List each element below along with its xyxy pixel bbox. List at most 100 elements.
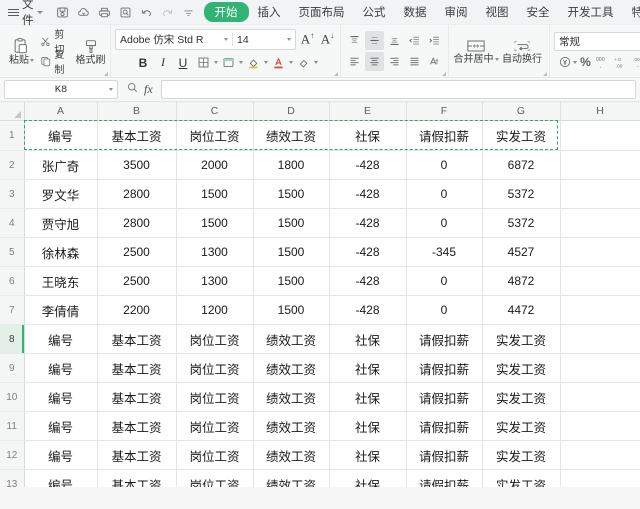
cell-style-dropdown-icon[interactable] xyxy=(238,61,243,64)
borders-button[interactable] xyxy=(194,53,213,72)
cell-F1[interactable]: 请假扣薪 xyxy=(406,120,483,151)
cell-H5[interactable] xyxy=(560,237,640,267)
cell-H9[interactable] xyxy=(560,353,640,383)
cell-G8[interactable]: 实发工资 xyxy=(482,324,561,354)
row-header-5[interactable]: 5 xyxy=(0,237,25,267)
column-header-h[interactable]: H xyxy=(560,102,640,121)
cell-B13[interactable]: 基本工资 xyxy=(97,469,177,487)
row-header-8[interactable]: 8 xyxy=(0,324,25,354)
font-color-button[interactable] xyxy=(269,53,288,72)
cell-E9[interactable]: 社保 xyxy=(329,353,407,383)
cell-B10[interactable]: 基本工资 xyxy=(97,382,177,412)
cell-D9[interactable]: 绩效工资 xyxy=(253,353,330,383)
main-menu-icon[interactable] xyxy=(8,8,19,16)
cell-A12[interactable]: 编号 xyxy=(24,440,98,470)
column-header-a[interactable]: A xyxy=(24,102,98,121)
cell-B11[interactable]: 基本工资 xyxy=(97,411,177,441)
cell-C11[interactable]: 岗位工资 xyxy=(176,411,254,441)
cell-A4[interactable]: 贾守旭 xyxy=(24,208,98,238)
increase-decimal-button[interactable]: +.0.00 xyxy=(613,54,629,71)
cell-G2[interactable]: 6872 xyxy=(482,150,561,180)
cell-F13[interactable]: 请假扣薪 xyxy=(406,469,483,487)
cell-G6[interactable]: 4872 xyxy=(482,266,561,296)
copy-button[interactable]: 复制 xyxy=(37,50,75,76)
tab-special[interactable]: 特色功能 xyxy=(623,2,640,22)
column-header-e[interactable]: E xyxy=(329,102,407,121)
cell-E7[interactable]: -428 xyxy=(329,295,407,325)
cell-D10[interactable]: 绩效工资 xyxy=(253,382,330,412)
cell-A3[interactable]: 罗文华 xyxy=(24,179,98,209)
cell-D8[interactable]: 绩效工资 xyxy=(253,324,330,354)
cell-E5[interactable]: -428 xyxy=(329,237,407,267)
increase-indent-button[interactable] xyxy=(425,31,444,50)
column-header-g[interactable]: G xyxy=(482,102,561,121)
font-name-input[interactable]: Adobe 仿宋 Std R xyxy=(116,32,220,47)
increase-font-size-button[interactable]: A↑ xyxy=(299,31,316,47)
insert-function-icon[interactable]: fx xyxy=(144,82,153,97)
cell-G5[interactable]: 4527 xyxy=(482,237,561,267)
cell-H4[interactable] xyxy=(560,208,640,238)
currency-button[interactable] xyxy=(558,54,578,71)
row-header-3[interactable]: 3 xyxy=(0,179,25,209)
cell-F2[interactable]: 0 xyxy=(406,150,483,180)
cell-G3[interactable]: 5372 xyxy=(482,179,561,209)
cell-F3[interactable]: 0 xyxy=(406,179,483,209)
clear-format-button[interactable] xyxy=(294,53,313,72)
tab-data[interactable]: 数据 xyxy=(395,2,436,22)
row-header-4[interactable]: 4 xyxy=(0,208,25,238)
tab-security[interactable]: 安全 xyxy=(518,2,559,22)
borders-dropdown-icon[interactable] xyxy=(213,61,218,64)
insert-function-search-icon[interactable] xyxy=(126,81,139,99)
print-preview-icon[interactable] xyxy=(116,3,135,22)
cell-D11[interactable]: 绩效工资 xyxy=(253,411,330,441)
cell-A6[interactable]: 王晓东 xyxy=(24,266,98,296)
cell-E13[interactable]: 社保 xyxy=(329,469,407,487)
cell-B6[interactable]: 2500 xyxy=(97,266,177,296)
cell-A5[interactable]: 徐林森 xyxy=(24,237,98,267)
print-icon[interactable] xyxy=(95,3,114,22)
cell-H13[interactable] xyxy=(560,469,640,487)
cell-H12[interactable] xyxy=(560,440,640,470)
align-bottom-button[interactable] xyxy=(385,31,404,50)
clipboard-dialog-launcher[interactable] xyxy=(102,70,108,76)
comma-style-button[interactable]: 000, xyxy=(594,54,610,71)
cell-A1[interactable]: 编号 xyxy=(24,120,98,151)
cell-A11[interactable]: 编号 xyxy=(24,411,98,441)
fill-color-button[interactable] xyxy=(244,53,263,72)
cell-E11[interactable]: 社保 xyxy=(329,411,407,441)
cell-H6[interactable] xyxy=(560,266,640,296)
row-header-13[interactable]: 13 xyxy=(0,469,25,487)
save-icon[interactable] xyxy=(53,3,72,22)
cell-G11[interactable]: 实发工资 xyxy=(482,411,561,441)
cell-style-button[interactable] xyxy=(219,53,238,72)
text-orientation-button[interactable] xyxy=(425,52,444,71)
cell-G7[interactable]: 4472 xyxy=(482,295,561,325)
customize-quick-access-icon[interactable] xyxy=(179,3,198,22)
cell-A8[interactable]: 编号 xyxy=(24,324,98,354)
justify-button[interactable] xyxy=(405,52,424,71)
cell-A2[interactable]: 张广奇 xyxy=(24,150,98,180)
cell-G13[interactable]: 实发工资 xyxy=(482,469,561,487)
column-header-d[interactable]: D xyxy=(253,102,330,121)
number-format-select[interactable]: 常规 xyxy=(554,31,640,51)
cell-D4[interactable]: 1500 xyxy=(253,208,330,238)
cell-C8[interactable]: 岗位工资 xyxy=(176,324,254,354)
font-size-input[interactable]: 14 xyxy=(233,34,283,46)
cell-D5[interactable]: 1500 xyxy=(253,237,330,267)
cell-F4[interactable]: 0 xyxy=(406,208,483,238)
cell-E2[interactable]: -428 xyxy=(329,150,407,180)
cell-C5[interactable]: 1300 xyxy=(176,237,254,267)
tab-start[interactable]: 开始 xyxy=(203,2,249,22)
tab-developer[interactable]: 开发工具 xyxy=(559,2,623,22)
paste-button[interactable]: 粘贴 xyxy=(6,28,37,74)
cell-E8[interactable]: 社保 xyxy=(329,324,407,354)
decrease-font-size-button[interactable]: A↓ xyxy=(319,31,336,47)
cell-B9[interactable]: 基本工资 xyxy=(97,353,177,383)
cell-D2[interactable]: 1800 xyxy=(253,150,330,180)
tab-page-layout[interactable]: 页面布局 xyxy=(290,2,354,22)
cell-B7[interactable]: 2200 xyxy=(97,295,177,325)
select-all-button[interactable] xyxy=(0,102,25,121)
cell-D13[interactable]: 绩效工资 xyxy=(253,469,330,487)
cell-E4[interactable]: -428 xyxy=(329,208,407,238)
align-top-button[interactable] xyxy=(345,31,364,50)
